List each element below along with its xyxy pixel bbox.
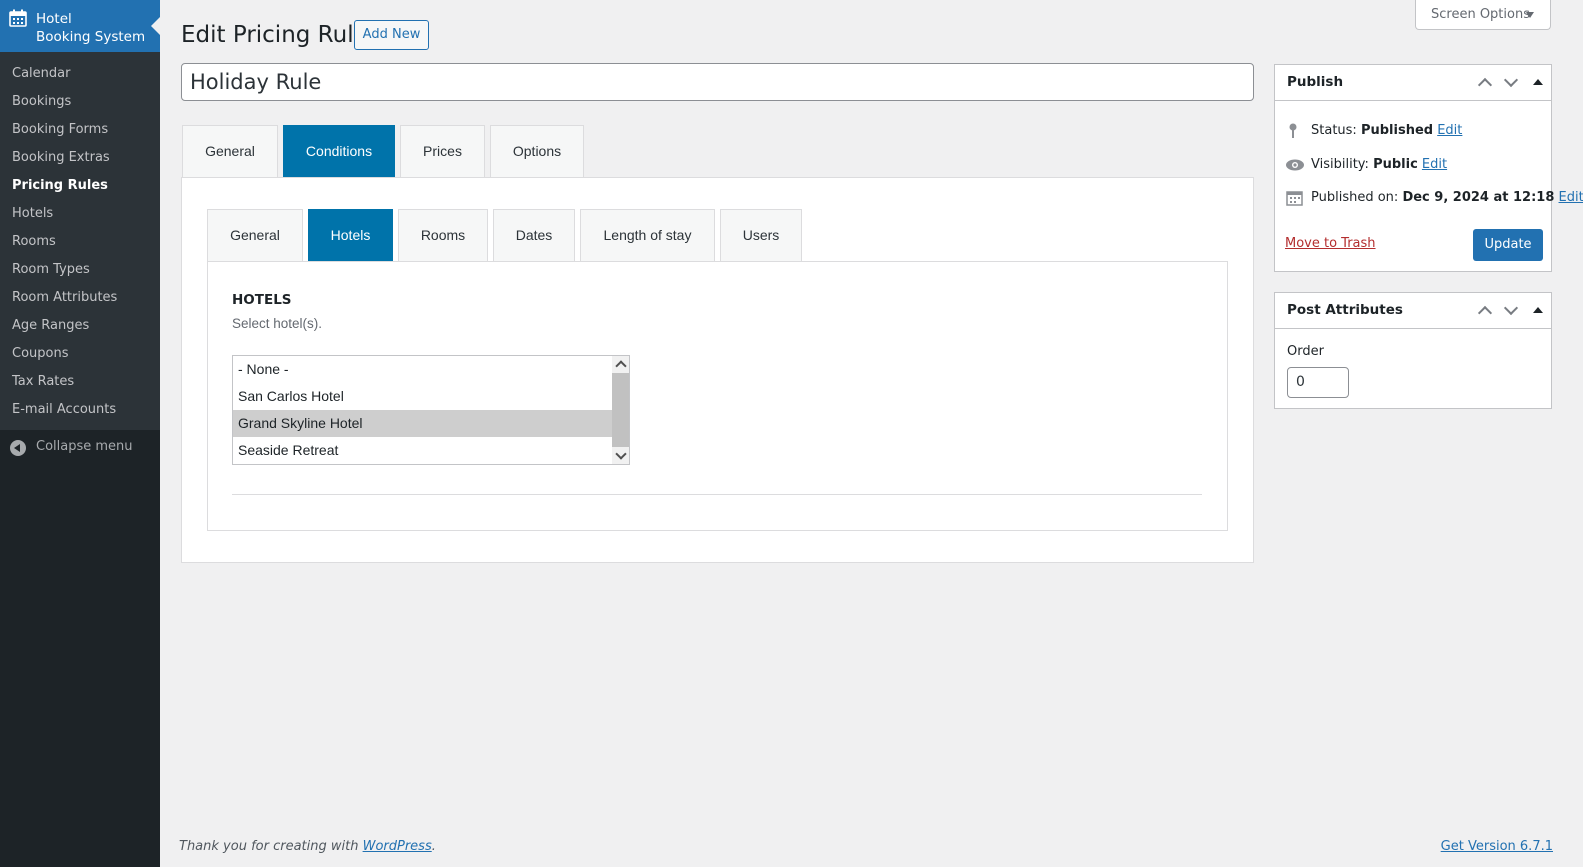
update-button[interactable]: Update [1473, 229, 1543, 261]
subtab-hotels[interactable]: Hotels [308, 209, 393, 262]
sidebar-item-booking-forms[interactable]: Booking Forms [0, 116, 160, 144]
tab-general[interactable]: General [182, 125, 278, 178]
sidebar-item-rooms[interactable]: Rooms [0, 228, 160, 256]
sidebar-item-room-attributes[interactable]: Room Attributes [0, 284, 160, 312]
move-down-icon[interactable] [1499, 65, 1523, 100]
publish-box-title: Publish [1287, 74, 1344, 90]
screen-options-button[interactable]: Screen Options [1415, 0, 1551, 30]
caret-down-icon [1526, 12, 1534, 18]
subtab-general[interactable]: General [207, 209, 303, 262]
hotel-option-san-carlos[interactable]: San Carlos Hotel [233, 383, 613, 410]
sidebar-item-email-accounts[interactable]: E-mail Accounts [0, 396, 160, 424]
subtab-rooms[interactable]: Rooms [398, 209, 488, 262]
admin-sidebar: Hotel Booking System Calendar Bookings B… [0, 0, 160, 867]
sidebar-item-hotels[interactable]: Hotels [0, 200, 160, 228]
collapse-arrow-icon [10, 440, 26, 456]
subtab-dates[interactable]: Dates [493, 209, 575, 262]
tab-options[interactable]: Options [490, 125, 584, 178]
sidebar-item-room-types[interactable]: Room Types [0, 256, 160, 284]
page-title: Edit Pricing Rule [181, 22, 368, 48]
plugin-title-line1: Hotel [36, 11, 72, 27]
add-new-button[interactable]: Add New [354, 20, 429, 50]
move-to-trash-link[interactable]: Move to Trash [1285, 236, 1376, 251]
wordpress-link[interactable]: WordPress [363, 839, 432, 854]
visibility-label: Visibility: [1311, 157, 1369, 172]
toggle-panel-icon[interactable] [1525, 65, 1549, 100]
sidebar-item-bookings[interactable]: Bookings [0, 88, 160, 116]
edit-date-link[interactable]: Edit [1559, 190, 1583, 205]
post-title-input[interactable]: Holiday Rule [181, 63, 1254, 101]
post-attributes-title: Post Attributes [1287, 302, 1403, 318]
publish-box: Publish Status: Published Edit Visibilit… [1274, 64, 1583, 272]
order-input[interactable]: 0 [1287, 367, 1349, 398]
hotels-multiselect[interactable]: - None - San Carlos Hotel Grand Skyline … [232, 355, 630, 465]
section-divider [232, 494, 1202, 495]
subtab-length-of-stay[interactable]: Length of stay [580, 209, 715, 262]
scrollbar-thumb[interactable] [612, 373, 629, 447]
get-version-link[interactable]: Get Version 6.7.1 [1441, 839, 1553, 854]
move-down-icon[interactable] [1499, 293, 1523, 328]
sidebar-item-booking-extras[interactable]: Booking Extras [0, 144, 160, 172]
post-attributes-header: Post Attributes [1275, 293, 1551, 329]
footer-thanks-text: Thank you for creating with [179, 839, 359, 854]
move-up-icon[interactable] [1473, 293, 1497, 328]
sidebar-item-coupons[interactable]: Coupons [0, 340, 160, 368]
footer-thanks: Thank you for creating with WordPress. [179, 839, 436, 854]
sidebar-item-tax-rates[interactable]: Tax Rates [0, 368, 160, 396]
hotels-description: Select hotel(s). [232, 316, 323, 331]
sidebar-item-calendar[interactable]: Calendar [0, 60, 160, 88]
visibility-value: Public [1373, 157, 1418, 172]
eye-icon [1286, 159, 1304, 170]
published-value: Dec 9, 2024 at 12:18 [1402, 190, 1555, 205]
status-row: Status: Published Edit [1285, 121, 1462, 141]
move-up-icon[interactable] [1473, 65, 1497, 100]
order-label: Order [1287, 344, 1324, 359]
sidebar-item-pricing-rules[interactable]: Pricing Rules [0, 172, 160, 200]
subtab-users[interactable]: Users [720, 209, 802, 262]
publish-box-header: Publish [1275, 65, 1551, 101]
published-label: Published on: [1311, 190, 1399, 205]
toggle-panel-icon[interactable] [1525, 293, 1549, 328]
screen-options-label: Screen Options [1431, 7, 1530, 22]
visibility-row: Visibility: Public Edit [1285, 155, 1447, 175]
edit-status-link[interactable]: Edit [1437, 123, 1462, 138]
tab-conditions[interactable]: Conditions [283, 125, 395, 178]
plugin-title-line2: Booking System [36, 29, 146, 45]
collapse-menu-button[interactable]: Collapse menu [0, 432, 160, 466]
hotels-heading: HOTELS [232, 292, 292, 308]
current-menu-arrow [151, 17, 160, 35]
hotel-option-seaside-retreat[interactable]: Seaside Retreat [233, 437, 613, 464]
calendar-icon [9, 9, 27, 27]
scroll-up-icon[interactable] [615, 360, 627, 372]
pin-icon [1289, 123, 1297, 138]
sidebar-submenu: Calendar Bookings Booking Forms Booking … [0, 52, 160, 430]
edit-visibility-link[interactable]: Edit [1422, 157, 1447, 172]
tab-prices[interactable]: Prices [400, 125, 485, 178]
status-value: Published [1360, 123, 1434, 138]
collapse-menu-label: Collapse menu [36, 439, 133, 454]
scroll-down-icon[interactable] [615, 448, 627, 460]
hotel-option-none[interactable]: - None - [233, 356, 613, 383]
hotel-option-grand-skyline[interactable]: Grand Skyline Hotel [233, 410, 613, 437]
published-on-row: Published on: Dec 9, 2024 at 12:18 Edit [1285, 188, 1583, 208]
footer-period: . [431, 839, 436, 854]
post-attributes-box: Post Attributes Order 0 [1274, 292, 1552, 409]
calendar-icon [1286, 190, 1303, 206]
listbox-scrollbar[interactable] [612, 356, 629, 464]
plugin-title: Hotel Booking System [36, 10, 145, 46]
sidebar-item-age-ranges[interactable]: Age Ranges [0, 312, 160, 340]
sidebar-plugin-menu[interactable]: Hotel Booking System [0, 0, 160, 52]
status-label: Status: [1311, 123, 1357, 138]
